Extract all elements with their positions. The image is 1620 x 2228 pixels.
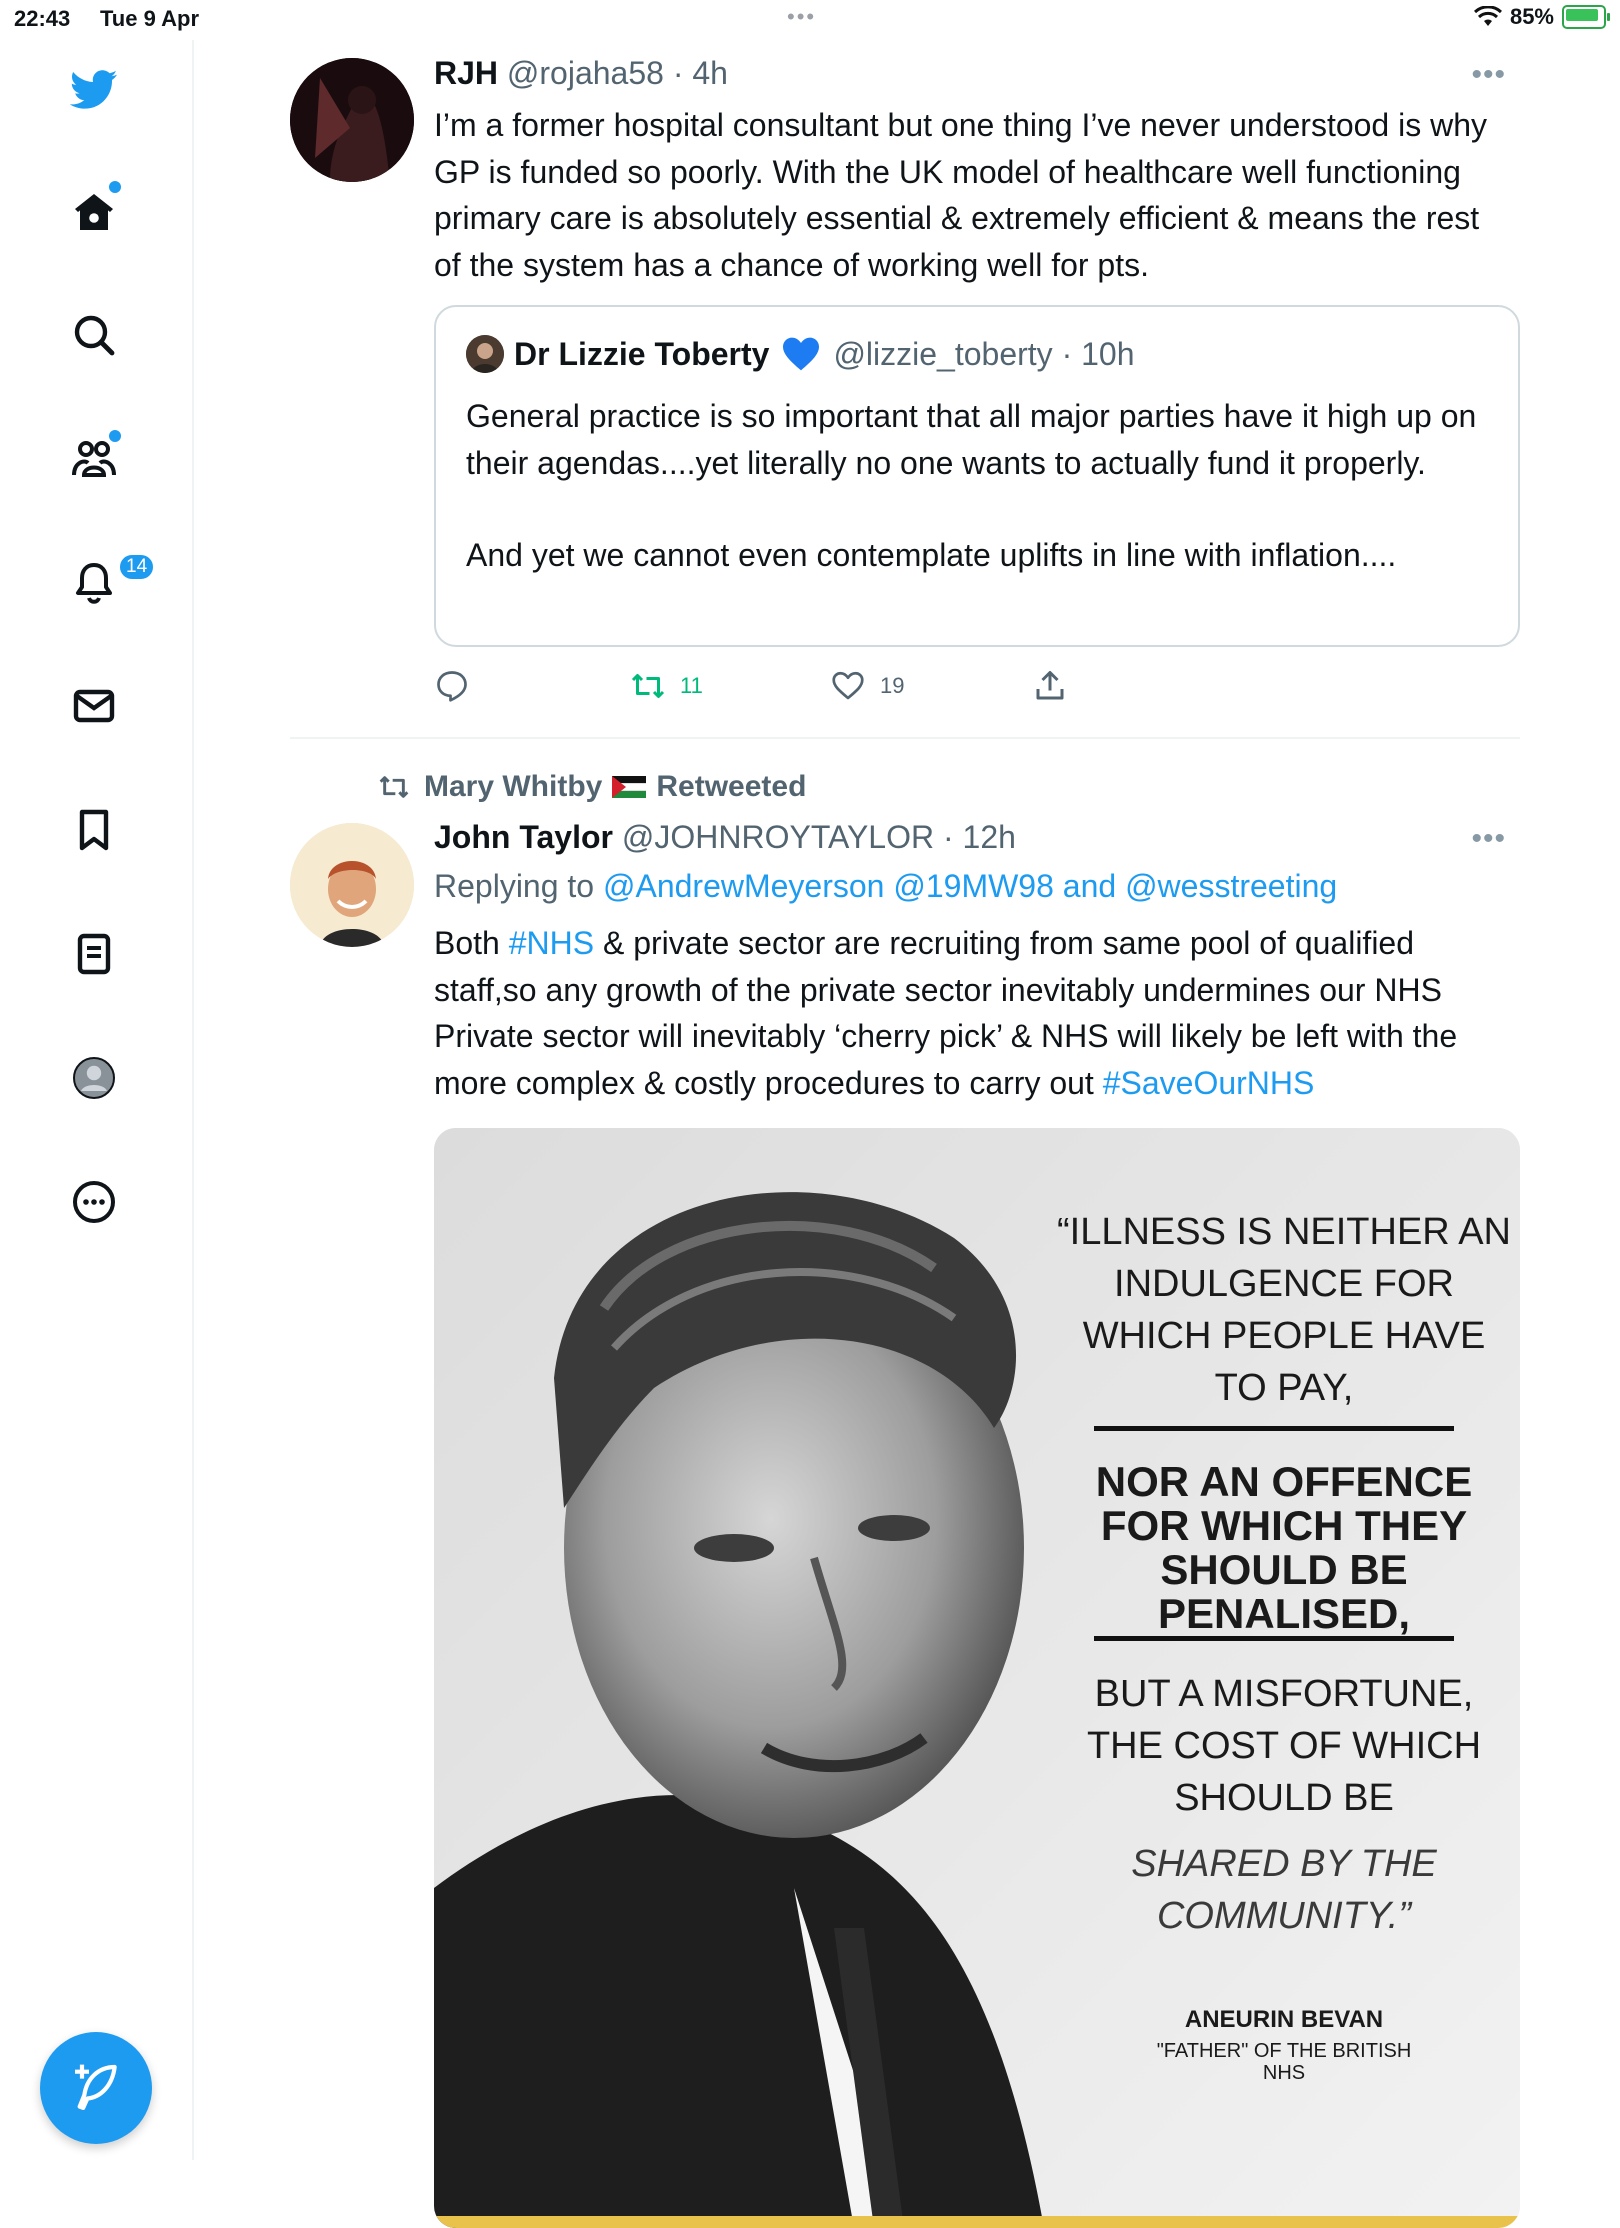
like-heart-icon (832, 671, 864, 700)
quoted-tweet-text: General practice is so important that al… (466, 393, 1496, 579)
lists-icon[interactable] (65, 925, 123, 983)
quoted-avatar (466, 335, 504, 373)
separator-dot: · (942, 819, 954, 855)
avatar[interactable] (290, 58, 414, 182)
hashtag-nhs[interactable]: #NHS (509, 925, 594, 961)
retweeted-by-line[interactable]: Mary Whitby Retweeted (374, 770, 806, 804)
tweet-more-icon[interactable]: ••• (1471, 58, 1506, 92)
quoted-author-handle: @lizzie_toberty (833, 335, 1053, 372)
share-button[interactable] (1032, 668, 1068, 704)
author-name[interactable]: John Taylor (434, 819, 613, 855)
tweet-time[interactable]: 12h (963, 819, 1016, 855)
retweet-button[interactable]: 11 (630, 668, 703, 704)
author-handle[interactable]: @rojaha58 (507, 55, 664, 91)
palestine-flag-icon (612, 776, 647, 798)
hashtag-saveournhs[interactable]: #SaveOurNHS (1103, 1065, 1315, 1101)
tweet-header: John Taylor @JOHNROYTAYLOR · 12h (434, 819, 1016, 856)
home-unread-dot (109, 181, 121, 193)
more-options-icon[interactable] (65, 1173, 123, 1231)
tweet-text: Both #NHS & private sector are recruitin… (434, 920, 1514, 1106)
retweeter-name[interactable]: Mary Whitby (424, 770, 602, 804)
poster-quote-3: BUT A MISFORTUNE, THE COST OF WHICH SHOU… (1086, 1673, 1482, 1819)
retweet-icon (379, 776, 409, 798)
poster-rule-bottom (1094, 1636, 1454, 1641)
battery-icon (1562, 5, 1610, 29)
poster-quote-4: SHARED BY THE COMMUNITY.” (1131, 1843, 1437, 1937)
poster-author-title: "FATHER" OF THE BRITISH NHS (1156, 2040, 1412, 2084)
reply-button[interactable] (434, 668, 470, 704)
search-icon[interactable] (65, 306, 123, 364)
status-right: 85% (1473, 4, 1610, 30)
tweet-time[interactable]: 4h (692, 55, 728, 91)
compose-tweet-button[interactable] (40, 2032, 152, 2144)
quoted-author-name: Dr Lizzie Toberty (514, 335, 770, 372)
poster-quote-1: “ILLNESS IS NEITHER AN INDULGENCE FOR WH… (1056, 1211, 1511, 1409)
sidebar: 14 (0, 40, 194, 2160)
separator-dot: · (672, 55, 684, 91)
poster-quote-2: NOR AN OFFENCE FOR WHICH THEY SHOULD BE … (1095, 1458, 1473, 1637)
author-name[interactable]: RJH (434, 55, 498, 91)
quoted-tweet-time: 10h (1081, 335, 1135, 372)
status-bar: 22:43 Tue 9 Apr ••• 85% (0, 0, 1620, 40)
replying-to-users[interactable]: @AndrewMeyerson @19MW98 and @wesstreetin… (603, 868, 1337, 904)
verified-heart-icon (781, 336, 821, 372)
multitasking-dots-icon[interactable]: ••• (787, 4, 816, 30)
poster-author: ANEURIN BEVAN (1184, 2006, 1384, 2033)
bookmarks-icon[interactable] (65, 801, 123, 859)
quoted-paragraph-2: And yet we cannot even contemplate uplif… (466, 537, 1397, 573)
communities-icon[interactable] (65, 430, 123, 488)
quoted-tweet-header: Dr Lizzie Toberty @lizzie_toberty · 10h (466, 335, 1135, 373)
avatar[interactable] (290, 823, 414, 947)
compose-feather-icon (75, 2064, 117, 2110)
separator-dot: · (1052, 335, 1082, 372)
status-time: 22:43 (14, 6, 71, 31)
author-handle[interactable]: @JOHNROYTAYLOR (622, 819, 934, 855)
messages-icon[interactable] (65, 677, 123, 735)
tweet-text: I’m a former hospital consultant but one… (434, 107, 1488, 283)
retweet-count: 11 (680, 673, 703, 698)
twitter-logo-icon[interactable] (65, 60, 123, 118)
tweet-actions: 11 19 (434, 668, 1434, 718)
reply-icon (437, 671, 467, 702)
tweet-header: RJH @rojaha58 · 4h (434, 55, 728, 92)
wifi-icon (1473, 6, 1502, 26)
like-button[interactable]: 19 (830, 668, 904, 704)
retweeted-label: Retweeted (656, 770, 807, 803)
replying-to-line: Replying to @AndrewMeyerson @19MW98 and … (434, 868, 1337, 905)
tweet-image[interactable]: “ILLNESS IS NEITHER AN INDULGENCE FOR WH… (434, 1128, 1520, 2228)
status-date: Tue 9 Apr (100, 6, 200, 31)
quoted-paragraph-1: General practice is so important that al… (466, 398, 1477, 481)
poster-rule-top (1094, 1426, 1454, 1431)
battery-percent: 85% (1509, 4, 1554, 29)
share-icon (1036, 671, 1064, 700)
tweet-more-icon[interactable]: ••• (1471, 822, 1506, 856)
notifications-badge: 14 (117, 552, 157, 582)
home-icon[interactable] (65, 181, 123, 241)
text-part-1: Both (434, 925, 500, 961)
profile-avatar-icon[interactable] (65, 1049, 123, 1107)
notifications-bell-icon[interactable]: 14 (65, 552, 157, 612)
communities-unread-dot (109, 430, 121, 442)
like-count: 19 (880, 673, 905, 698)
retweet-icon (631, 674, 665, 698)
replying-prefix: Replying to (434, 868, 595, 904)
quoted-tweet[interactable]: Dr Lizzie Toberty @lizzie_toberty · 10h … (434, 305, 1520, 647)
tweet-divider (290, 737, 1520, 739)
